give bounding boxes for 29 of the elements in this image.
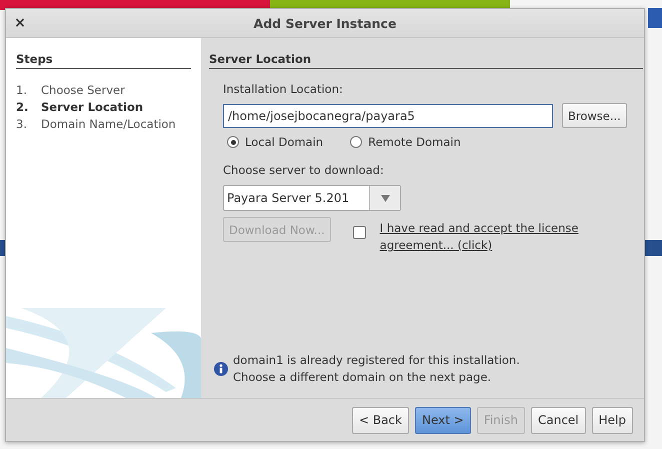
step-number: 1. xyxy=(16,83,28,97)
step-item: Choose Server xyxy=(41,83,126,97)
server-dropdown[interactable]: Payara Server 5.201 xyxy=(223,185,401,211)
radio-button[interactable] xyxy=(350,136,362,148)
field-label: Installation Location: xyxy=(223,82,344,96)
dialog-button[interactable]: Help xyxy=(592,406,633,434)
info-message: domain1 is already registered for this installation. Choose a different domain on the next page. xyxy=(233,352,520,386)
field-label: Choose server to download: xyxy=(223,163,385,177)
radio-label: Local Domain xyxy=(245,135,324,149)
dialog-button[interactable]: < Back xyxy=(352,406,409,434)
background-block xyxy=(648,8,662,28)
dialog-button[interactable]: Next > xyxy=(414,406,471,434)
section-heading: Server Location xyxy=(209,52,643,69)
dialog-button[interactable]: Cancel xyxy=(530,406,586,434)
radio-label: Remote Domain xyxy=(368,135,461,149)
window-title: Add Server Instance xyxy=(254,16,396,30)
steps-heading: Steps xyxy=(16,52,191,69)
license-link[interactable]: I have read and accept the license agreement... (click) xyxy=(380,220,610,254)
dropdown-arrow-icon xyxy=(380,194,390,202)
info-icon xyxy=(214,362,228,376)
license-checkbox[interactable] xyxy=(352,226,366,239)
step-item: Server Location xyxy=(41,100,144,114)
step-number: 3. xyxy=(16,117,28,131)
step-item: Domain Name/Location xyxy=(41,117,177,131)
close-button[interactable]: × xyxy=(9,15,31,31)
radio-button[interactable] xyxy=(227,136,239,148)
browse-button[interactable]: Browse... xyxy=(562,103,627,128)
location-field[interactable]: /home/josejbocanegra/payara5 xyxy=(223,104,553,128)
step-number: 2. xyxy=(16,100,30,114)
